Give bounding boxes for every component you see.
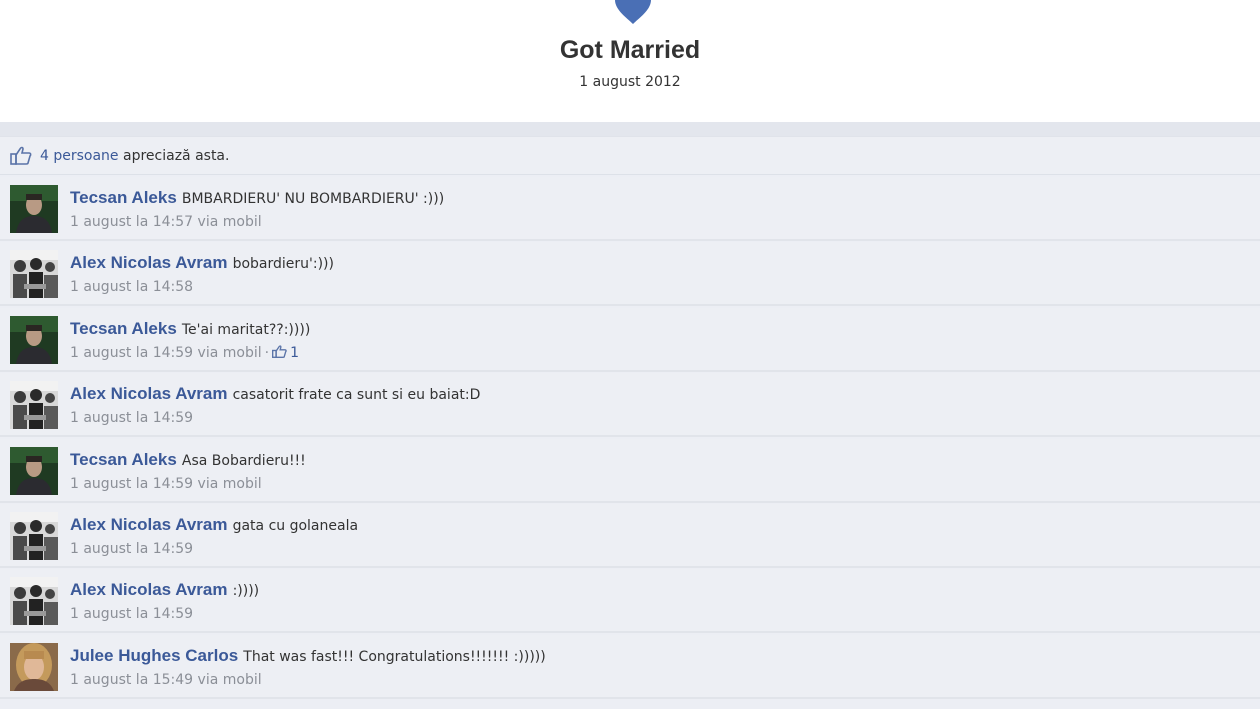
comment-source: via mobil: [197, 214, 262, 230]
comment-text: That was fast!!! Congratulations!!!!!!! …: [243, 648, 546, 665]
comment-meta: 1 august la 14:59 via mobil: [70, 476, 262, 492]
comment-text: BMBARDIERU' NU BOMBARDIERU' :))): [181, 191, 445, 207]
comment-item: Tecsan Aleks Asa Bobardieru!!! 1 august l…: [0, 438, 1260, 503]
comment-like-count[interactable]: 1: [290, 345, 299, 361]
avatar[interactable]: [10, 512, 58, 560]
avatar[interactable]: [10, 250, 58, 299]
comment-meta: 1 august la 14:59: [70, 606, 193, 622]
comment-timestamp[interactable]: 1 august la 14:59: [70, 345, 193, 361]
comment-timestamp[interactable]: 1 august la 14:59: [70, 541, 193, 557]
event-date: 1 august 2012: [579, 74, 681, 90]
comment-item: Tecsan Aleks Te'ai maritat??:)))) 1 augus…: [0, 307, 1260, 372]
comment-author-link[interactable]: Alex Nicolas Avram: [70, 580, 227, 599]
comment-meta: 1 august la 14:58: [70, 279, 193, 295]
comment-text: Te'ai maritat??:)))): [181, 321, 311, 338]
comment-timestamp[interactable]: 1 august la 15:49: [70, 672, 193, 688]
event-header: Got Married 1 august 2012: [0, 0, 1260, 122]
comment-text: gata cu golaneala: [232, 518, 359, 534]
comment-text: Asa Bobardieru!!!: [181, 452, 306, 469]
comment-author-link[interactable]: Tecsan Aleks: [70, 188, 177, 207]
comment-meta: 1 august la 14:59 via mobil · 1: [70, 345, 299, 361]
event-title: Got Married: [559, 36, 701, 64]
comment-source: via mobil: [197, 344, 262, 361]
avatar[interactable]: [10, 315, 58, 364]
comment-meta: 1 august la 15:49 via mobil: [70, 672, 262, 688]
comment-timestamp[interactable]: 1 august la 14:59: [70, 476, 193, 492]
comment-item: Julee Hughes Carlos That was fast!!! Con…: [0, 634, 1260, 699]
avatar[interactable]: [10, 185, 58, 233]
comment-source: via mobil: [197, 475, 262, 492]
thumbs-up-icon: [272, 345, 287, 358]
likes-summary: 4 persoane apreciază asta.: [0, 136, 1260, 175]
heart-icon: [615, 0, 651, 24]
comment-item: Alex Nicolas Avram bobardieru':))) 1 augu…: [0, 242, 1260, 307]
thumbs-up-icon: [10, 146, 32, 165]
comment-text: bobardieru':))): [232, 256, 334, 273]
comment-text: :)))): [232, 583, 260, 600]
comment-item: Tecsan Aleks BMBARDIERU' NU BOMBARDIERU'…: [0, 177, 1260, 241]
avatar[interactable]: [10, 642, 58, 691]
comment-timestamp[interactable]: 1 august la 14:59: [70, 606, 193, 622]
comment-author-link[interactable]: Alex Nicolas Avram: [70, 384, 227, 403]
comment-meta: 1 august la 14:57 via mobil: [70, 214, 262, 230]
separator: ·: [264, 344, 270, 361]
comment-timestamp[interactable]: 1 august la 14:58: [70, 279, 193, 295]
comment-meta: 1 august la 14:59: [70, 541, 193, 557]
comment-timestamp[interactable]: 1 august la 14:57: [70, 214, 193, 230]
likes-suffix: apreciază asta.: [118, 148, 230, 164]
comment-timestamp[interactable]: 1 august la 14:59: [70, 410, 193, 426]
comment-meta: 1 august la 14:59: [70, 410, 193, 426]
divider: [0, 122, 1260, 136]
comment-item: Alex Nicolas Avram gata cu golaneala 1 au…: [0, 504, 1260, 568]
comment-item: Alex Nicolas Avram :)))) 1 august la 14:5…: [0, 569, 1260, 634]
comment-author-link[interactable]: Alex Nicolas Avram: [70, 253, 227, 272]
comment-author-link[interactable]: Tecsan Aleks: [70, 319, 177, 338]
comment-author-link[interactable]: Tecsan Aleks: [70, 450, 177, 469]
avatar[interactable]: [10, 381, 58, 430]
comment-source: via mobil: [197, 671, 262, 688]
likers-link[interactable]: 4 persoane: [40, 148, 119, 164]
avatar[interactable]: [10, 577, 58, 626]
avatar[interactable]: [10, 446, 58, 495]
comment-text: casatorit frate ca sunt si eu baiat:D: [232, 387, 481, 404]
comment-item: Alex Nicolas Avram casatorit frate ca su…: [0, 373, 1260, 438]
comment-author-link[interactable]: Alex Nicolas Avram: [70, 515, 227, 534]
comment-author-link[interactable]: Julee Hughes Carlos: [70, 646, 238, 665]
